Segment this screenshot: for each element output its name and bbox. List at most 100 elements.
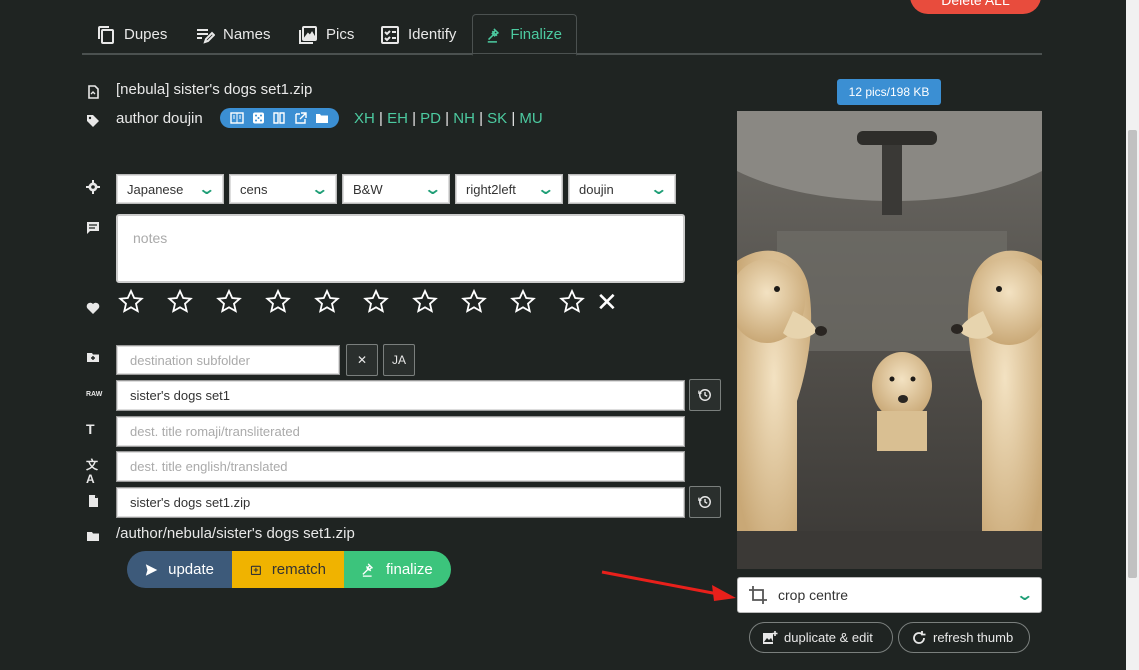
thumbnail-image[interactable]	[737, 111, 1042, 569]
english-title-input[interactable]: dest. title english/translated	[116, 451, 685, 482]
clear-rating-icon[interactable]: ✕	[596, 289, 626, 315]
refresh-icon	[913, 630, 926, 644]
duplicate-edit-button[interactable]: duplicate & edit	[749, 622, 893, 653]
tab-dupes[interactable]: Dupes	[82, 14, 181, 55]
images-icon	[299, 25, 317, 44]
color-select[interactable]: B&W ⌄	[342, 174, 450, 204]
tab-label: Identify	[408, 26, 457, 43]
send-icon	[145, 563, 158, 576]
star-icon[interactable]	[118, 288, 167, 315]
duplicate-edit-label: duplicate & edit	[784, 630, 873, 645]
link-mu[interactable]: MU	[519, 110, 542, 127]
select-value: doujin	[579, 181, 614, 197]
link-xh[interactable]: XH	[354, 110, 375, 127]
notes-textarea[interactable]: notes	[116, 214, 685, 283]
checklist-icon	[381, 25, 399, 44]
chevron-down-icon: ⌄	[196, 181, 216, 198]
delete-all-button[interactable]: Delete ALL	[910, 0, 1041, 14]
external-link-icon[interactable]	[294, 112, 308, 124]
refresh-thumb-button[interactable]: refresh thumb	[898, 622, 1030, 653]
rematch-icon	[250, 565, 261, 575]
finalize-button[interactable]: finalize	[344, 551, 451, 588]
open-folder-icon[interactable]	[315, 112, 329, 124]
link-eh[interactable]: EH	[387, 110, 408, 127]
star-icon[interactable]	[314, 288, 363, 315]
select-value: Japanese	[127, 181, 184, 197]
star-icon[interactable]	[412, 288, 461, 315]
tab-label: Dupes	[124, 26, 168, 43]
update-button[interactable]: update	[127, 551, 232, 588]
select-value: B&W	[353, 181, 383, 197]
language-select[interactable]: Japanese ⌄	[116, 174, 224, 204]
link-sk[interactable]: SK	[487, 110, 507, 127]
copy-icon	[98, 25, 114, 44]
rating-stars: ✕	[118, 288, 626, 315]
link-nh[interactable]: NH	[453, 110, 475, 127]
dogs-in-car-photo	[737, 111, 1042, 569]
pics-badge: 12 pics/198 KB	[837, 79, 941, 105]
romaji-title-input[interactable]: dest. title romaji/transliterated	[116, 416, 685, 447]
chevron-down-icon: ⌄	[309, 181, 329, 198]
refresh-thumb-label: refresh thumb	[933, 630, 1014, 645]
star-icon[interactable]	[510, 288, 559, 315]
tab-bar: Dupes Names Pics Identify Finalize	[82, 14, 1042, 56]
crop-icon	[749, 586, 767, 604]
raw-title-input[interactable]: sister's dogs set1	[116, 380, 685, 411]
folder-add-icon	[86, 350, 102, 366]
star-icon[interactable]	[363, 288, 412, 315]
chevron-down-icon: ⌄	[535, 181, 555, 198]
book-icon[interactable]	[272, 112, 286, 124]
tab-label: Names	[223, 26, 271, 43]
direction-select[interactable]: right2left ⌄	[455, 174, 563, 204]
clear-subfolder-button[interactable]: ✕	[346, 344, 378, 376]
reader-icon[interactable]	[229, 112, 244, 124]
subfolder-placeholder: destination subfolder	[130, 352, 250, 368]
chevron-down-icon: ⌄	[648, 181, 668, 198]
censorship-select[interactable]: cens ⌄	[229, 174, 337, 204]
translate-icon: 文A	[86, 458, 99, 486]
chevron-down-icon: ⌄	[1014, 587, 1034, 604]
history-icon	[698, 389, 711, 401]
filename-history-button[interactable]	[689, 486, 721, 518]
dice-icon[interactable]	[251, 112, 265, 124]
rematch-button[interactable]: rematch	[232, 551, 344, 588]
scrollbar-thumb[interactable]	[1128, 130, 1137, 578]
star-icon[interactable]	[461, 288, 510, 315]
gavel-icon	[487, 27, 500, 43]
filename-input[interactable]: sister's dogs set1.zip	[116, 487, 685, 518]
tab-identify[interactable]: Identify	[366, 14, 470, 55]
gear-icon	[86, 180, 102, 196]
archive-filename: [nebula] sister's dogs set1.zip	[116, 81, 313, 98]
site-links: XH | EH | PD | NH | SK | MU	[354, 110, 543, 127]
raw-icon: RAW	[86, 391, 103, 398]
link-pd[interactable]: PD	[420, 110, 441, 127]
type-select[interactable]: doujin ⌄	[568, 174, 676, 204]
quick-actions-pill	[220, 108, 339, 128]
tab-names[interactable]: Names	[181, 14, 285, 55]
star-icon[interactable]	[167, 288, 216, 315]
tab-finalize[interactable]: Finalize	[472, 14, 577, 56]
ja-button[interactable]: JA	[383, 344, 415, 376]
subfolder-input[interactable]: destination subfolder	[116, 345, 340, 375]
crop-mode-select[interactable]: crop centre ⌄	[737, 577, 1042, 613]
crop-mode-value: crop centre	[778, 587, 849, 603]
destination-path: /author/nebula/sister's dogs set1.zip	[116, 525, 355, 542]
file-icon	[86, 494, 102, 510]
english-placeholder: dest. title english/translated	[130, 459, 288, 474]
raw-title-value: sister's dogs set1	[130, 388, 231, 403]
tab-pics[interactable]: Pics	[284, 14, 368, 55]
select-value: cens	[240, 181, 268, 197]
star-icon[interactable]	[216, 288, 265, 315]
chevron-down-icon: ⌄	[422, 181, 442, 198]
history-button[interactable]	[689, 379, 721, 411]
action-buttons: update rematch finalize	[127, 551, 451, 588]
tab-label: Pics	[326, 26, 355, 43]
star-icon[interactable]	[559, 288, 596, 315]
star-icon[interactable]	[265, 288, 314, 315]
rename-icon	[197, 28, 215, 44]
rematch-label: rematch	[271, 561, 326, 578]
gavel-icon	[362, 562, 373, 577]
finalize-label: finalize	[386, 561, 433, 578]
notes-placeholder: notes	[133, 230, 168, 246]
romaji-placeholder: dest. title romaji/transliterated	[130, 424, 300, 439]
